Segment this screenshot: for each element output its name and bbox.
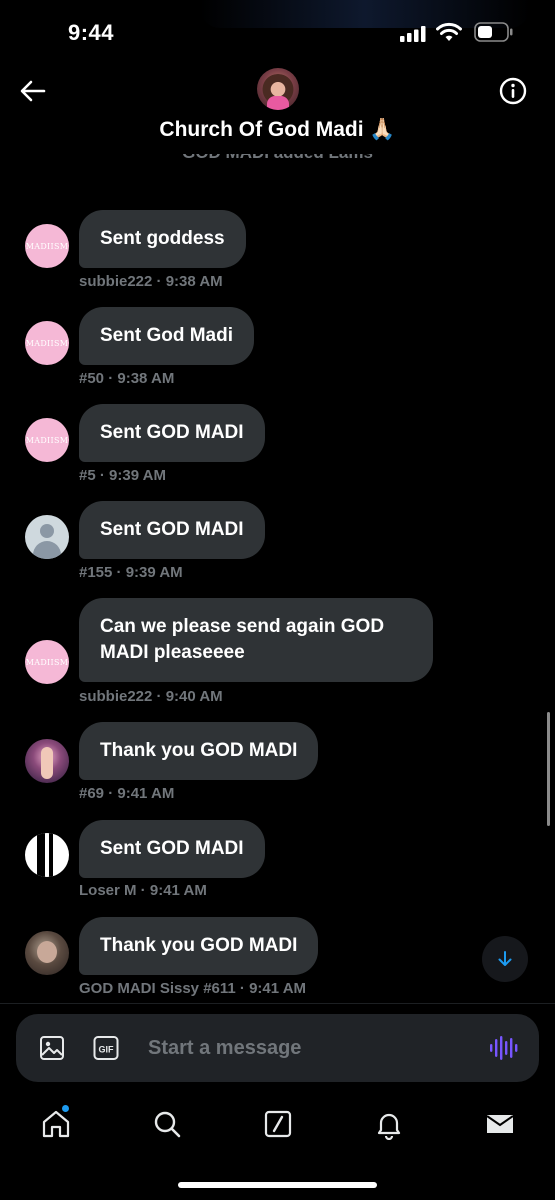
message-input[interactable] (148, 1034, 448, 1062)
home-notification-dot (61, 1104, 70, 1113)
message-meta: subbie222 · 9:38 AM (79, 273, 223, 290)
gif-icon[interactable]: GIF (92, 1034, 120, 1062)
wifi-icon (436, 22, 462, 41)
message-meta: GOD MADI Sissy #611 · 9:41 AM (79, 980, 307, 997)
message-bubble[interactable]: Can we please send again GOD MADI please… (79, 598, 433, 682)
svg-text:GIF: GIF (99, 1045, 115, 1055)
message-bubble[interactable]: Sent GOD MADI (79, 404, 265, 462)
bell-icon[interactable] (373, 1108, 405, 1140)
home-indicator[interactable] (178, 1182, 377, 1188)
scroll-to-bottom-button[interactable] (482, 936, 528, 982)
composer-divider (0, 1003, 555, 1004)
sender-avatar[interactable]: MADIISM (25, 418, 69, 462)
message-composer: GIF (16, 1014, 539, 1082)
group-avatar[interactable] (257, 68, 299, 110)
sender-avatar[interactable] (25, 833, 69, 877)
sender-avatar[interactable] (25, 739, 69, 783)
mail-icon[interactable] (484, 1108, 516, 1140)
back-arrow-icon[interactable] (18, 76, 48, 106)
bottom-tab-bar (0, 1100, 555, 1152)
cellular-signal-icon (400, 26, 426, 42)
message-bubble[interactable]: Sent God Madi (79, 307, 254, 365)
home-icon[interactable] (40, 1108, 72, 1140)
grok-icon[interactable] (262, 1108, 294, 1140)
message-meta: #50 · 9:38 AM (79, 370, 175, 387)
message-bubble[interactable]: Sent GOD MADI (79, 501, 265, 559)
sender-avatar[interactable]: MADIISM (25, 640, 69, 684)
image-icon[interactable] (38, 1034, 66, 1062)
sender-avatar[interactable]: MADIISM (25, 321, 69, 365)
message-bubble[interactable]: Sent GOD MADI (79, 820, 265, 878)
status-time: 9:44 (68, 20, 115, 45)
sender-avatar[interactable]: MADIISM (25, 224, 69, 268)
message-meta: #5 · 9:39 AM (79, 467, 166, 484)
battery-icon (474, 22, 513, 42)
message-meta: #155 · 9:39 AM (79, 564, 183, 581)
message-bubble[interactable]: Thank you GOD MADI (79, 917, 319, 975)
status-bar: 9:44 (0, 0, 555, 62)
default-avatar-icon[interactable] (25, 515, 69, 559)
message-bubble[interactable]: Sent goddess (79, 210, 246, 268)
voice-wave-icon[interactable] (488, 1034, 518, 1062)
message-meta: Loser M · 9:41 AM (79, 882, 207, 899)
conversation-title[interactable]: Church Of God Madi 🙏🏻 (0, 118, 555, 142)
message-meta: subbie222 · 9:40 AM (79, 688, 223, 705)
scrollbar[interactable] (547, 712, 550, 826)
message-bubble[interactable]: Thank you GOD MADI (79, 722, 319, 780)
search-icon[interactable] (151, 1108, 183, 1140)
sender-avatar[interactable] (25, 931, 69, 975)
info-icon[interactable] (498, 76, 528, 106)
conversation-header: Church Of God Madi 🙏🏻 (0, 62, 555, 154)
message-meta: #69 · 9:41 AM (79, 785, 175, 802)
arrow-down-icon (498, 951, 512, 966)
